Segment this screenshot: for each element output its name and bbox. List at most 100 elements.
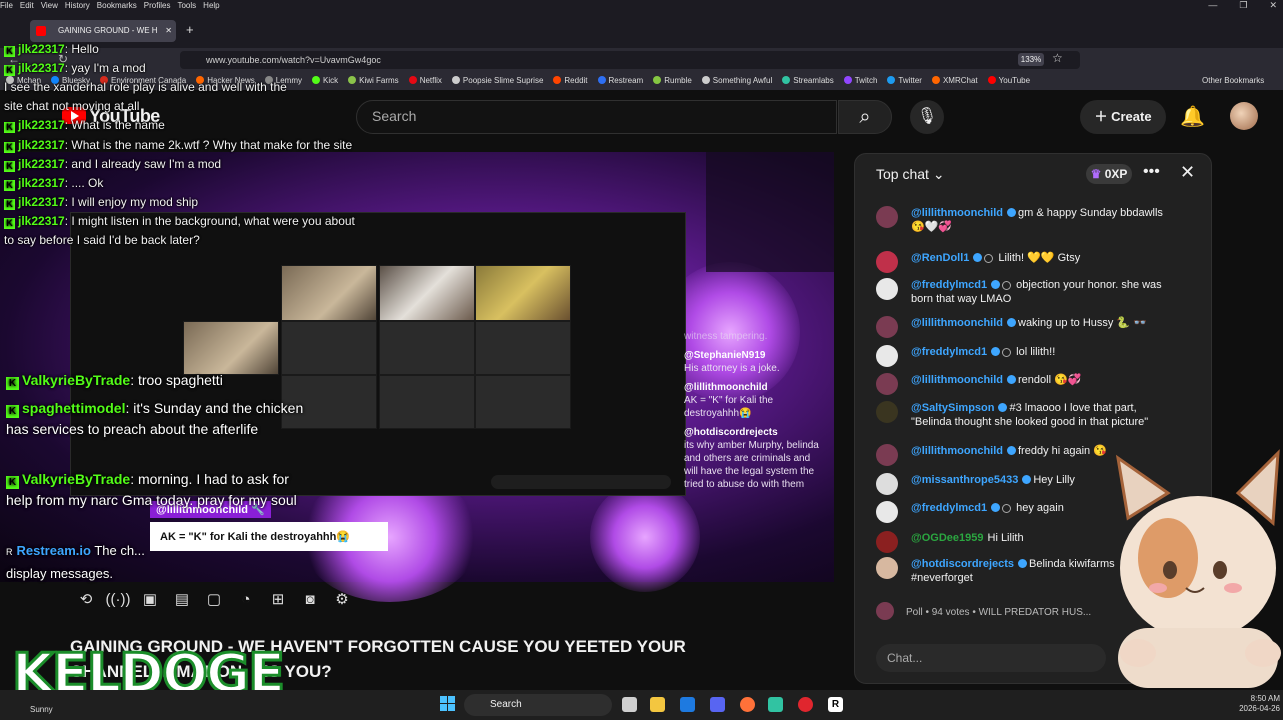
xp-badge[interactable]: ♛ 0XP — [1086, 164, 1132, 184]
chat-message-text: rendoll 😘💞 — [1018, 374, 1082, 386]
maximize-button[interactable]: ❐ — [1239, 0, 1247, 10]
chat-message[interactable]: @lillithmoonchild waking up to Hussy 🐍 👓 — [876, 316, 1176, 338]
zoom-indicator[interactable]: 133% — [1018, 53, 1044, 66]
chat-author[interactable]: @freddylmcd1 — [911, 346, 987, 358]
search-button[interactable]: ⌕ — [838, 100, 892, 134]
discord-icon[interactable] — [710, 697, 725, 712]
menu-history[interactable]: History — [65, 0, 90, 12]
chat-text: What is the name — [71, 118, 165, 132]
bookmark-item[interactable]: Reddit — [553, 72, 588, 90]
app-icon[interactable] — [680, 697, 695, 712]
create-button[interactable]: ＋ Create — [1080, 100, 1166, 134]
chat-author[interactable]: @missanthrope5433 — [911, 474, 1018, 486]
account-avatar[interactable] — [1230, 102, 1258, 130]
chat-author[interactable]: @lillithmoonchild — [911, 374, 1003, 386]
bookmark-item[interactable]: Twitter — [887, 72, 922, 90]
task-view-icon[interactable] — [622, 697, 637, 712]
menu-edit[interactable]: Edit — [20, 0, 34, 12]
broadcast-icon[interactable]: ((·)) — [102, 591, 134, 608]
bookmark-item[interactable]: Netflix — [408, 72, 442, 90]
menu-tools[interactable]: Tools — [177, 0, 196, 12]
other-bookmarks[interactable]: Other Bookmarks — [1202, 72, 1264, 90]
menu-help[interactable]: Help — [203, 0, 219, 12]
chat-message[interactable]: @freddylmcd1 lol lilith!! — [876, 345, 1176, 367]
streamlabs-icon[interactable] — [768, 697, 783, 712]
chat-message[interactable]: @SaltySimpson #3 lmaooo I love that part,… — [876, 401, 1176, 429]
bookmark-item[interactable]: Kick — [312, 72, 338, 90]
chat-message[interactable]: @lillithmoonchild rendoll 😘💞 — [876, 373, 1176, 395]
chat-author[interactable]: @lillithmoonchild — [911, 445, 1003, 457]
bookmark-item[interactable]: Poopsie Slime Suprise — [451, 72, 543, 90]
menu-bookmarks[interactable]: Bookmarks — [97, 0, 137, 12]
close-window-button[interactable]: ✕ — [1269, 0, 1277, 10]
bookmark-item[interactable]: Restream — [597, 72, 643, 90]
chat-author[interactable]: @hotdiscordrejects — [911, 558, 1014, 570]
captions-icon[interactable]: ▣ — [134, 590, 166, 608]
bookmark-item[interactable]: Rumble — [653, 72, 692, 90]
chat-message[interactable]: @RenDoll1 Lilith! 💛💛 Gtsy — [876, 251, 1176, 273]
chat-author[interactable]: @lillithmoonchild — [911, 207, 1003, 219]
expand-icon[interactable]: ⊞ — [262, 590, 294, 608]
chat-avatar — [876, 531, 898, 553]
chat-author[interactable]: @OGDee1959 — [911, 532, 984, 544]
taskbar-search[interactable]: Search — [464, 694, 612, 716]
miniplayer-icon[interactable]: ▢ — [198, 590, 230, 608]
loop-icon[interactable]: ⟲ — [70, 590, 102, 608]
windows-start-icon[interactable] — [440, 696, 456, 712]
overlay-message-user: @hotdiscordrejects — [684, 427, 778, 438]
menu-view[interactable]: View — [41, 0, 58, 12]
close-tab-icon[interactable]: ✕ — [165, 20, 172, 42]
chat-message-text: Hey Lilly — [1033, 474, 1075, 486]
chat-author[interactable]: @RenDoll1 — [911, 252, 969, 264]
address-bar[interactable]: www.youtube.com/watch?v=UvavmGw4goc — [180, 51, 1080, 69]
chat-message[interactable]: @freddylmcd1 objection your honor. she wa… — [876, 278, 1176, 306]
notifications-bell-icon[interactable]: 🔔 — [1180, 104, 1205, 129]
chat-message[interactable]: @lillithmoonchild gm & happy Sunday bbdaw… — [876, 206, 1176, 234]
star-bookmark-icon[interactable]: ☆ — [1052, 51, 1063, 65]
bookmark-item[interactable]: YouTube — [987, 72, 1030, 90]
new-tab-button[interactable]: + — [186, 22, 194, 37]
file-explorer-icon[interactable] — [650, 697, 665, 712]
firefox-icon[interactable] — [740, 697, 755, 712]
verified-badge-icon — [973, 253, 983, 262]
bookmark-label: Something Awful — [712, 76, 773, 85]
meeting-toolbar — [491, 475, 671, 489]
bookmark-item[interactable]: Twitch — [843, 72, 877, 90]
minimize-button[interactable]: — — [1208, 0, 1217, 10]
participant-tile — [281, 321, 377, 375]
menu-profiles[interactable]: Profiles — [144, 0, 171, 12]
taskbar-clock[interactable]: 8:50 AM 2026-04-26 — [1238, 694, 1280, 714]
close-chat-icon[interactable]: ✕ — [1180, 162, 1195, 183]
speed-icon[interactable]: ◔ — [230, 591, 262, 608]
participant-tile — [379, 321, 475, 375]
bookmark-item[interactable]: Something Awful — [701, 72, 773, 90]
top-chat-dropdown[interactable]: Top chat ⌄ — [876, 166, 945, 183]
settings-gear-icon[interactable]: ⚙ — [326, 590, 358, 608]
bookmark-item[interactable]: Kiwi Farms — [348, 72, 399, 90]
search-box[interactable] — [356, 100, 837, 134]
verified-badge-icon — [1022, 475, 1032, 484]
chat-message-text: hey again — [1016, 502, 1064, 514]
active-tab[interactable]: GAINING GROUND - WE H ✕ — [30, 20, 176, 42]
chat-input[interactable]: Chat... — [876, 644, 1106, 672]
kick-icon: K — [4, 180, 15, 191]
search-icon: ⌕ — [859, 106, 871, 128]
crown-icon: ♛ — [1090, 167, 1102, 181]
menu-file[interactable]: File — [0, 0, 13, 12]
screenshot-icon[interactable]: ◙ — [294, 591, 326, 608]
bookmark-label: Twitter — [898, 76, 922, 85]
restream-icon[interactable]: R — [828, 697, 843, 712]
chat-author[interactable]: @lillithmoonchild — [911, 317, 1003, 329]
chat-author[interactable]: @SaltySimpson — [911, 402, 994, 414]
player-controls: ⟲ ((·)) ▣ ▤ ▢ ◔ ⊞ ◙ ⚙ — [70, 590, 370, 616]
poll-text: Poll • 94 votes • WILL PREDATOR HUS... — [906, 607, 1092, 618]
app-icon[interactable] — [798, 697, 813, 712]
chat-author[interactable]: @freddylmcd1 — [911, 279, 987, 291]
bookmark-item[interactable]: XMRChat — [931, 72, 978, 90]
weather-widget[interactable]: Sunny — [30, 705, 53, 714]
voice-search-button[interactable]: 🎙 — [910, 100, 944, 134]
more-options-icon[interactable]: ••• — [1143, 163, 1160, 181]
clip-icon[interactable]: ▤ — [166, 590, 198, 608]
chat-author[interactable]: @freddylmcd1 — [911, 502, 987, 514]
bookmark-item[interactable]: Streamlabs — [782, 72, 834, 90]
